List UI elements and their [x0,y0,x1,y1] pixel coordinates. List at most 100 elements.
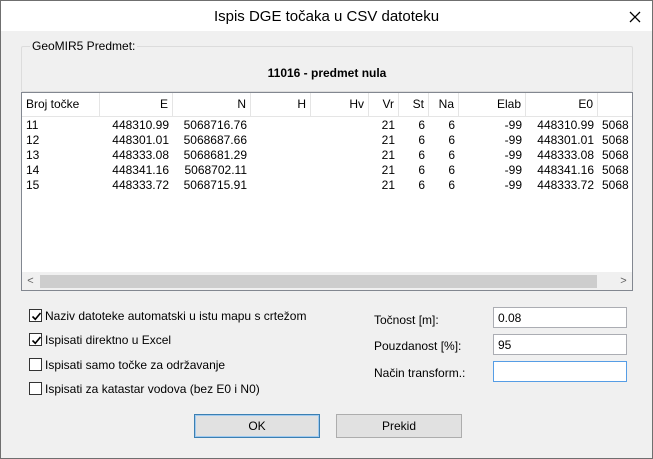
column-header-e0[interactable]: E0 [526,93,598,116]
cell-e: 448301.01 [112,133,169,147]
horizontal-scrollbar[interactable]: < > [22,272,632,290]
cell-elab: -99 [504,163,522,177]
cell-n0: 5068 [602,178,629,192]
pouzdanost-label: Pouzdanost [%]: [374,339,462,353]
column-header-hv[interactable]: Hv [311,93,369,116]
predmet-group: GeoMIR5 Predmet: 11016 - predmet nula [21,39,633,92]
cell-h [251,163,311,178]
cell-n0: 5068 [602,133,629,147]
table-row[interactable]: 14 448341.16 5068702.11 21 6 6 -99 44834… [22,163,632,178]
cell-broj: 11 [26,118,39,132]
cell-n: 5068681.29 [183,148,247,162]
scrollbar-thumb[interactable] [40,275,597,288]
column-header-na[interactable]: Na [429,93,459,116]
column-header-h[interactable]: H [251,93,311,116]
cell-st: 6 [418,163,425,177]
cell-hv [311,178,369,193]
cell-st: 6 [418,118,425,132]
cell-n0: 5068 [602,118,629,132]
cell-hv [311,163,369,178]
cancel-button[interactable]: Prekid [336,414,462,438]
cell-st: 6 [418,178,425,192]
cell-elab: -99 [504,178,522,192]
checkbox-cadastre-lines[interactable] [29,382,42,395]
cell-broj: 15 [26,178,40,192]
cell-na: 6 [448,178,455,192]
table-row[interactable]: 15 448333.72 5068715.91 21 6 6 -99 44833… [22,178,632,193]
pouzdanost-input[interactable] [493,334,627,355]
cell-elab: -99 [504,133,522,147]
cell-n: 5068687.66 [183,133,247,147]
cell-st: 6 [418,133,425,147]
cell-hv [311,118,369,133]
cell-e: 448341.16 [112,163,169,177]
checkbox-excel[interactable] [29,333,42,346]
tocnost-input[interactable] [493,307,627,328]
cell-broj: 14 [26,163,40,177]
cell-h [251,118,311,133]
cell-h [251,148,311,163]
scroll-left-icon[interactable]: < [22,273,39,290]
cell-e: 448310.99 [112,118,169,132]
cell-e0: 448301.01 [537,133,594,147]
cell-hv [311,148,369,163]
cell-e0: 448310.99 [537,118,594,132]
column-header-n[interactable]: N [173,93,251,116]
scroll-right-icon[interactable]: > [615,273,632,290]
cell-na: 6 [448,118,455,132]
cell-hv [311,133,369,148]
option-label: Ispisati samo točke za održavanje [45,358,226,372]
cell-n: 5068715.91 [183,178,247,192]
column-header-e[interactable]: E [100,93,173,116]
cell-e: 448333.72 [112,178,169,192]
cell-st: 6 [418,148,425,162]
window-title: Ispis DGE točaka u CSV datoteku [213,8,440,25]
column-header-n0[interactable] [598,93,632,116]
column-header-elab[interactable]: Elab [459,93,526,116]
cell-broj: 13 [26,148,40,162]
cell-vr: 21 [381,133,395,147]
close-icon[interactable] [628,10,642,24]
cell-na: 6 [448,148,455,162]
column-header-vr[interactable]: Vr [369,93,399,116]
cell-vr: 21 [381,163,395,177]
option-label: Ispisati direktno u Excel [45,333,172,347]
cell-elab: -99 [504,118,522,132]
option-label: Naziv datoteke automatski u istu mapu s … [45,309,307,323]
cell-broj: 12 [26,133,40,147]
cell-e: 448333.08 [112,148,169,162]
cell-na: 6 [448,163,455,177]
column-header-broj[interactable]: Broj točke [22,93,100,116]
predmet-legend: GeoMIR5 Predmet: [30,39,138,53]
cell-h [251,178,311,193]
tocnost-label: Točnost [m]: [374,313,439,327]
title-bar[interactable]: Ispis DGE točaka u CSV datoteku [1,1,652,31]
checkbox-maintenance-points[interactable] [29,358,42,371]
nacin-transform-input[interactable] [493,361,627,382]
cell-n0: 5068 [602,163,629,177]
points-table[interactable]: Broj točke E N H Hv Vr St Na Elab E0 11 … [21,92,633,291]
table-row[interactable]: 11 448310.99 5068716.76 21 6 6 -99 44831… [22,118,632,133]
cell-h [251,133,311,148]
cell-vr: 21 [381,148,395,162]
option-label: Ispisati za katastar vodova (bez E0 i N0… [45,382,260,396]
checkbox-auto-filename[interactable] [29,309,42,322]
cell-na: 6 [448,133,455,147]
cell-e0: 448333.08 [537,148,594,162]
dialog-window: Ispis DGE točaka u CSV datoteku GeoMIR5 … [0,0,653,459]
nacin-transform-label: Način transform.: [374,366,466,380]
cell-e0: 448333.72 [537,178,594,192]
table-row[interactable]: 12 448301.01 5068687.66 21 6 6 -99 44830… [22,133,632,148]
cell-vr: 21 [381,178,395,192]
cell-elab: -99 [504,148,522,162]
cell-n0: 5068 [602,148,629,162]
ok-button[interactable]: OK [194,414,320,438]
table-row[interactable]: 13 448333.08 5068681.29 21 6 6 -99 44833… [22,148,632,163]
predmet-value: 11016 - predmet nula [267,66,387,80]
cell-vr: 21 [381,118,395,132]
dialog-body: GeoMIR5 Predmet: 11016 - predmet nula Br… [1,31,652,458]
column-header-st[interactable]: St [399,93,429,116]
cell-n: 5068716.76 [183,118,247,132]
cell-e0: 448341.16 [537,163,594,177]
cell-n: 5068702.11 [184,163,247,177]
